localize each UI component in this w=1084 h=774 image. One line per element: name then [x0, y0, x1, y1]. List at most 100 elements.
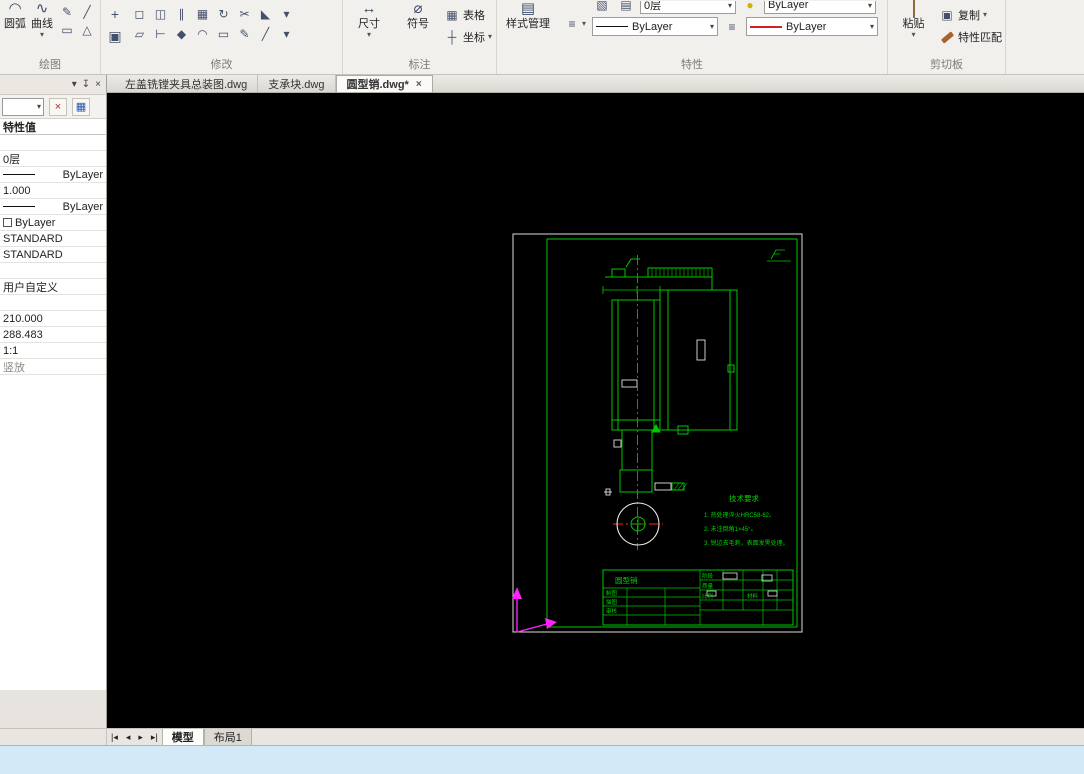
style-manager-icon: ▤	[520, 0, 536, 17]
doc-tab-support-block[interactable]: 支承块.dwg	[258, 75, 336, 92]
mirror-button[interactable]: ◫	[151, 5, 171, 23]
color-combobox[interactable]: ByLayer ▾	[764, 1, 877, 14]
lineweight-button[interactable]: ≡	[722, 18, 742, 36]
sheet-tab-strip: |◂ ◂ ▸ ▸| 模型 布局1	[0, 728, 1084, 745]
curve-button[interactable]: ∿ 曲线 ▾	[30, 1, 54, 39]
color-swatch	[3, 218, 12, 227]
trim-button[interactable]: ✂	[235, 5, 255, 23]
brush-icon	[939, 28, 955, 46]
property-row[interactable]	[0, 135, 106, 151]
copy-clipboard-button[interactable]: ▣ 复制 ▾	[939, 6, 1002, 24]
brush-small-button[interactable]: ▧	[592, 1, 612, 14]
fillet-dropdown-button[interactable]: ▾	[277, 5, 297, 23]
property-row-dimstyle[interactable]: STANDARD	[0, 247, 106, 263]
style-manager-button[interactable]: ▤ 样式管理	[500, 1, 556, 31]
array-button[interactable]: ▦	[193, 5, 213, 23]
doc-tab-assembly[interactable]: 左盖铣镗夹具总装图.dwg	[115, 75, 259, 92]
prev-sheet-button[interactable]: ◂	[122, 729, 135, 745]
property-row-lineweight[interactable]: ByLayer	[0, 199, 106, 215]
stretch-icon: ▭	[217, 27, 230, 41]
property-row-linescale[interactable]: 1.000	[0, 183, 106, 199]
stretch-button[interactable]: ▭	[214, 25, 234, 43]
scale-button[interactable]: ▱	[130, 25, 150, 43]
chevron-down-icon: ▾	[39, 30, 44, 39]
doc-tab-round-pin[interactable]: 圆型销.dwg* ×	[335, 75, 433, 92]
clear-selection-button[interactable]: ×	[49, 97, 67, 116]
coordinate-button[interactable]: ┼ 坐标 ▾	[444, 28, 492, 46]
quick-table-button[interactable]: ▦	[72, 97, 90, 116]
fillet-button[interactable]: ◠	[193, 25, 213, 43]
layers-button[interactable]: ▤	[616, 1, 636, 14]
extend-button[interactable]: ⊢	[151, 25, 171, 43]
next-sheet-button[interactable]: ▸	[134, 729, 147, 745]
layer-combobox[interactable]: 0层 ▾	[640, 1, 737, 14]
lineweight-combobox[interactable]: ByLayer ▾	[746, 17, 879, 36]
part-views[interactable]	[602, 258, 738, 493]
linetype-combobox[interactable]: ByLayer ▾	[592, 17, 719, 36]
pin-icon[interactable]: ↧	[82, 79, 90, 90]
symbol-button[interactable]: ⌀ 符号	[395, 1, 441, 31]
chevron-down-icon: ▾	[488, 32, 493, 41]
bulb-button[interactable]: ●	[740, 1, 760, 14]
pencil2-button[interactable]: ✎	[235, 25, 255, 43]
chamfer-button[interactable]: ◣	[256, 5, 276, 23]
scale-icon: ▱	[134, 27, 145, 41]
rectangle-button[interactable]: ▭	[57, 21, 77, 39]
model-tab[interactable]: 模型	[161, 729, 204, 745]
property-row[interactable]	[0, 263, 106, 279]
property-row-color[interactable]: ByLayer	[0, 215, 106, 231]
property-row-orientation[interactable]: 竖放	[0, 359, 106, 375]
property-row-linetype[interactable]: ByLayer	[0, 167, 106, 183]
line2-button[interactable]: ╱	[256, 25, 276, 43]
property-row-textstyle[interactable]: STANDARD	[0, 231, 106, 247]
close-icon[interactable]: ×	[416, 79, 422, 90]
break-button[interactable]: ◆	[172, 25, 192, 43]
arc-icon: ◠	[8, 0, 22, 17]
first-sheet-button[interactable]: |◂	[107, 729, 122, 745]
property-row[interactable]	[0, 295, 106, 311]
title-block[interactable]: 圆型销 制图 描图 审核 阶段 质量 比例 材料	[602, 569, 794, 626]
clipboard-group-label: 剪切板	[930, 59, 963, 71]
property-row-height[interactable]: 288.483	[0, 327, 106, 343]
note-line: 1. 热处理淬火HRC58-62。	[704, 511, 775, 519]
dimension-button[interactable]: ↔ 尺寸 ▾	[346, 1, 392, 39]
offset-button[interactable]: ∥	[172, 5, 192, 23]
pencil-button[interactable]: ✎	[57, 3, 77, 21]
match-properties-button[interactable]: 特性匹配	[939, 28, 1002, 46]
app-window: ◠ 圆弧 ∿ 曲线 ▾ ✎ ╱ ▭ △ 绘图 + ▣ ◻ ◫ ∥ ▦ ↻ ✂ ◣…	[0, 0, 1084, 774]
properties-menu-button[interactable]: ≡ ▾	[562, 15, 586, 33]
chevron-down-icon: ▾	[710, 22, 715, 31]
selection-filter-combobox[interactable]: ▾	[2, 97, 44, 116]
modify-more-button[interactable]: ▾	[277, 25, 297, 43]
arc-button[interactable]: ◠ 圆弧	[3, 1, 27, 31]
property-row-layer[interactable]: 0层	[0, 151, 106, 167]
chevron-down-icon: ▾	[868, 1, 873, 10]
line-button[interactable]: ╱	[77, 3, 97, 21]
property-row-scale[interactable]: 1:1	[0, 343, 106, 359]
polygon-button[interactable]: △	[77, 21, 97, 39]
move-button[interactable]: +	[104, 4, 126, 24]
rotate-button[interactable]: ↻	[214, 5, 234, 23]
property-row-width[interactable]: 210.000	[0, 311, 106, 327]
close-icon[interactable]: ×	[95, 79, 101, 90]
technical-notes: 技术要求 1. 热处理淬火HRC58-62。 2. 未注倒角1×45°。 3. …	[704, 493, 789, 547]
title-cell-label: 阶段	[702, 572, 714, 580]
last-sheet-button[interactable]: ▸|	[147, 729, 162, 745]
lineweight-preview	[750, 25, 783, 28]
mirror-icon: ◫	[154, 7, 167, 21]
layout1-tab[interactable]: 布局1	[203, 729, 252, 745]
chevron-down-icon[interactable]: ▾	[72, 79, 77, 90]
copy-icon: ▣	[941, 8, 953, 22]
paste-button[interactable]: 粘贴 ▾	[891, 0, 936, 39]
trim-icon: ✂	[239, 7, 250, 21]
chamfer-icon: ◣	[260, 7, 271, 21]
centerlines[interactable]	[613, 255, 663, 550]
notes-title: 技术要求	[729, 493, 759, 503]
copy-button[interactable]: ▣	[104, 26, 126, 46]
table-button[interactable]: ▦ 表格	[444, 6, 492, 24]
property-row-papertype[interactable]: 用户自定义	[0, 279, 106, 295]
palette-gap	[0, 690, 106, 728]
erase-button[interactable]: ◻	[130, 5, 150, 23]
drawing-canvas[interactable]: 技术要求 1. 热处理淬火HRC58-62。 2. 未注倒角1×45°。 3. …	[107, 93, 1084, 728]
title-cell-label: 质量	[702, 582, 714, 590]
